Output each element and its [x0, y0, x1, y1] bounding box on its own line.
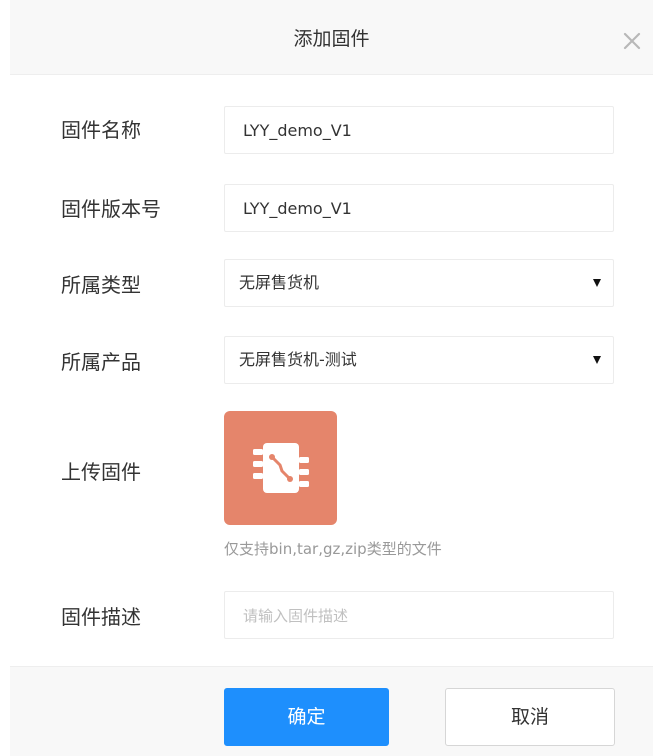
device-type-label: 所属类型 [61, 273, 141, 297]
product-selected-value: 无屏售货机-测试 [239, 350, 357, 369]
firmware-name-input[interactable] [224, 106, 614, 154]
dialog-title: 添加固件 [293, 28, 370, 50]
cancel-button[interactable]: 取消 [445, 688, 615, 746]
product-select[interactable]: 无屏售货机-测试 [224, 336, 614, 384]
firmware-description-label: 固件描述 [61, 605, 141, 629]
close-button[interactable] [621, 30, 643, 52]
product-label: 所属产品 [61, 350, 141, 374]
close-icon [623, 32, 641, 50]
firmware-name-label: 固件名称 [61, 118, 141, 142]
firmware-chip-icon [253, 443, 309, 493]
firmware-version-label: 固件版本号 [61, 197, 161, 221]
dropdown-arrow-icon [593, 356, 601, 364]
upload-hint-text: 仅支持bin,tar,gz,zip类型的文件 [224, 540, 442, 558]
dropdown-arrow-icon [593, 279, 601, 287]
upload-firmware-button[interactable] [224, 411, 337, 525]
dialog-header: 添加固件 [10, 0, 653, 75]
device-type-select[interactable]: 无屏售货机 [224, 259, 614, 307]
firmware-description-input[interactable] [224, 591, 614, 639]
add-firmware-dialog: 添加固件 固件名称 固件版本号 所属类型 无屏售货机 所属产品 无屏售货机-测试… [0, 0, 653, 756]
device-type-selected-value: 无屏售货机 [239, 273, 320, 292]
confirm-button[interactable]: 确定 [224, 688, 389, 746]
firmware-version-input[interactable] [224, 184, 614, 232]
dialog-footer: 确定 取消 [10, 666, 653, 756]
upload-firmware-label: 上传固件 [61, 460, 141, 484]
